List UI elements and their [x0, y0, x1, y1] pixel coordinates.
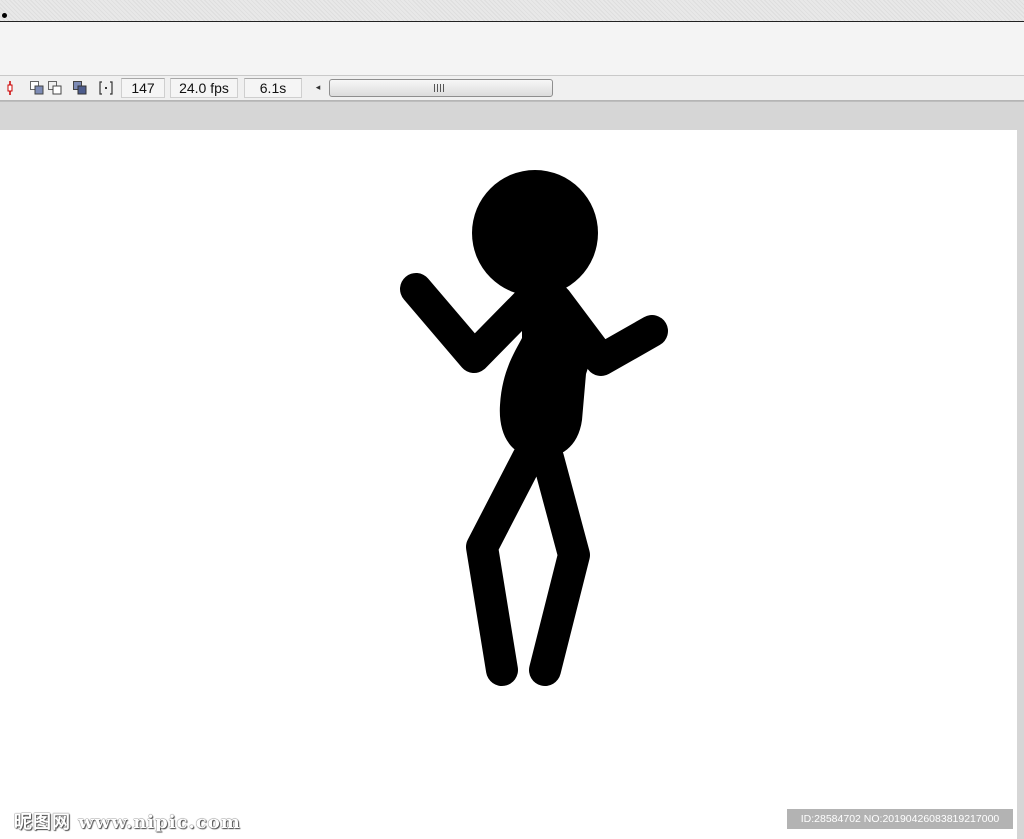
timeline-empty-area [0, 22, 1024, 76]
edit-multiple-frames-icon[interactable] [72, 80, 88, 96]
modify-onion-markers-icon[interactable] [98, 80, 114, 96]
scrollbar-grip[interactable] [434, 84, 444, 92]
elapsed-time-field: 6.1s [244, 78, 302, 98]
onion-skin-icon[interactable] [29, 80, 45, 96]
figure-left-arm [400, 273, 546, 373]
frame-rate-field[interactable]: 24.0 fps [170, 78, 238, 98]
watermark-logo: 昵图网 www.nipic.com [14, 812, 241, 833]
stick-figure-illustration [400, 170, 668, 686]
figure-right-leg [529, 442, 590, 686]
timeline-status-bar: 147 24.0 fps 6.1s ◂ [0, 76, 1024, 101]
stage-canvas[interactable] [0, 130, 1017, 839]
timeline-horizontal-scrollbar[interactable] [329, 79, 553, 97]
playhead-marker-icon[interactable] [2, 80, 18, 96]
stage-pasteboard-top [0, 101, 1024, 130]
figure-left-leg [466, 442, 544, 686]
current-frame-field: 147 [121, 78, 165, 98]
flash-editor-window: 147 24.0 fps 6.1s ◂ 昵图网 www.nipic.com ID… [0, 0, 1024, 839]
scroll-left-arrow-icon[interactable]: ◂ [310, 79, 326, 97]
stage-pasteboard-right [1017, 130, 1024, 839]
timeline-frames-strip[interactable] [0, 0, 1024, 22]
watermark-id-badge: ID:28584702 NO:20190426083819217000 [787, 809, 1013, 829]
onion-skin-outlines-icon[interactable] [47, 80, 63, 96]
figure-head [472, 170, 598, 296]
keyframe-dot[interactable] [2, 13, 7, 18]
